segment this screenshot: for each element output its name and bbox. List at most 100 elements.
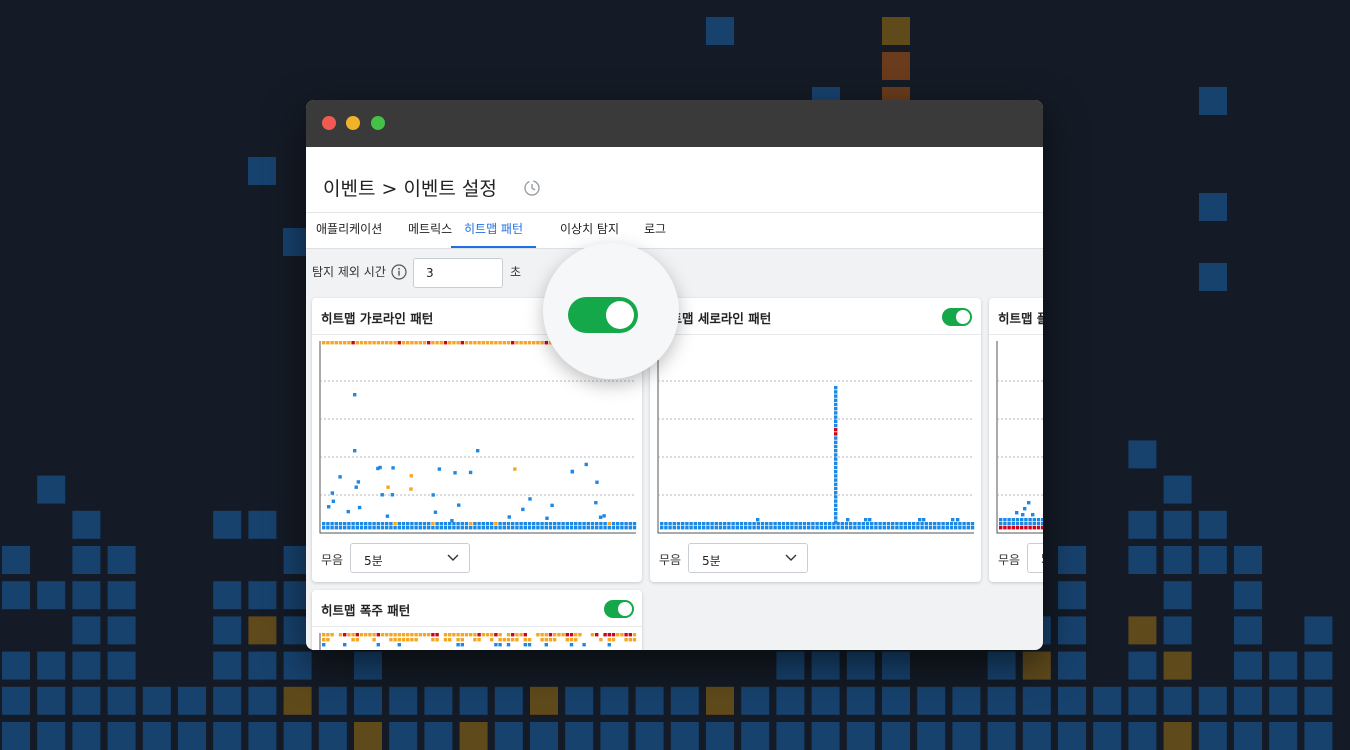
heatmap-cell (523, 522, 527, 526)
mute-duration-select[interactable]: 5분 (350, 543, 470, 573)
background-tile (248, 616, 277, 645)
vertical-line-toggle[interactable] (942, 308, 972, 326)
heatmap-cell (578, 526, 582, 530)
background-tile (2, 651, 30, 680)
heatmap-cell (815, 526, 819, 530)
heatmap-cell (359, 341, 364, 345)
heatmap-cell (945, 526, 949, 530)
heatmap-cell (376, 526, 380, 530)
heatmap-cell (834, 503, 838, 507)
close-window-button[interactable] (322, 116, 336, 130)
heatmap-cell (540, 633, 544, 637)
heatmap-cell (949, 522, 954, 526)
third-pattern-heatmap (996, 341, 1043, 534)
heatmap-cell (916, 522, 920, 526)
heatmap-cell (532, 526, 536, 530)
heatmap-cell (431, 522, 435, 526)
heatmap-cell (330, 633, 334, 637)
tab-application[interactable]: 애플리케이션 (316, 213, 382, 248)
minimize-window-button[interactable] (346, 116, 360, 130)
heatmap-cell (790, 526, 794, 530)
history-icon[interactable] (523, 179, 541, 197)
heatmap-cell (477, 638, 481, 642)
heatmap-cell (368, 526, 372, 530)
tab-heatmap-pattern[interactable]: 히트맵 패턴 (451, 213, 537, 248)
heatmap-cell (616, 526, 620, 530)
heatmap-cell (322, 638, 326, 642)
heatmap-cell (870, 526, 874, 530)
heatmap-cell (916, 526, 920, 530)
heatmap-cell (511, 638, 515, 642)
heatmap-cell (372, 341, 376, 345)
heatmap-cell (355, 633, 359, 637)
heatmap-cell (460, 341, 464, 345)
heatmap-cell (494, 633, 498, 637)
background-tile (1199, 87, 1227, 115)
heatmap-cell (511, 526, 515, 530)
heatmap-cell (359, 633, 364, 637)
heatmap-cell (353, 393, 357, 397)
background-tile (987, 651, 1016, 680)
background-tile (1198, 510, 1227, 539)
magnified-toggle[interactable] (568, 297, 638, 333)
heatmap-cell (544, 341, 548, 345)
heatmap-cell (347, 633, 351, 637)
heatmap-cell (448, 526, 452, 530)
heatmap-cell (1041, 526, 1043, 530)
heatmap-cell (523, 526, 527, 530)
info-icon[interactable] (391, 264, 407, 280)
heatmap-cell (410, 638, 414, 642)
maximize-window-button[interactable] (371, 116, 385, 130)
heatmap-cell (970, 526, 975, 530)
exclusion-time-input[interactable] (413, 258, 503, 288)
heatmap-cell (632, 633, 637, 637)
heatmap-cell (912, 522, 916, 526)
heatmap-cell (928, 526, 933, 530)
heatmap-cell (548, 522, 553, 526)
heatmap-cell (786, 526, 790, 530)
heatmap-cell (540, 522, 544, 526)
heatmap-cell (607, 633, 611, 637)
background-tile (882, 17, 910, 45)
heatmap-cell (798, 526, 802, 530)
background-tile (72, 581, 101, 610)
mute-duration-select[interactable]: 5분 (688, 543, 808, 573)
heatmap-cell (397, 633, 401, 637)
background-tile (178, 722, 206, 750)
background-tile (2, 581, 30, 610)
heatmap-cell (697, 526, 702, 530)
heatmap-cell (443, 341, 448, 345)
heatmap-cell (409, 487, 413, 491)
tab-metrics[interactable]: 메트릭스 (408, 213, 452, 248)
heatmap-cell (477, 522, 481, 526)
background-tile (1234, 651, 1262, 680)
heatmap-cell (844, 526, 849, 530)
surge-pattern-toggle[interactable] (604, 600, 634, 618)
heatmap-cell (450, 518, 454, 523)
heatmap-cell (372, 526, 376, 530)
background-tile (318, 722, 347, 750)
heatmap-cell (620, 526, 624, 530)
background-tile (72, 510, 101, 539)
background-tile (1128, 510, 1157, 539)
heatmap-cell (844, 522, 849, 526)
heatmap-cell (714, 526, 718, 530)
heatmap-cell (536, 341, 540, 345)
heatmap-cell (548, 638, 553, 642)
heatmap-cell (907, 526, 912, 530)
heatmap-cell (490, 341, 494, 345)
heatmap-cell (448, 638, 452, 642)
background-tile (213, 510, 242, 539)
heatmap-cell (389, 633, 393, 637)
background-tile (424, 722, 453, 750)
tab-log[interactable]: 로그 (644, 213, 666, 248)
heatmap-cell (819, 522, 823, 526)
heatmap-cell (376, 633, 380, 637)
heatmap-cell (882, 526, 886, 530)
mute-duration-select[interactable]: 5 (1027, 543, 1043, 573)
heatmap-cell (834, 457, 838, 461)
heatmap-cell (452, 341, 456, 345)
heatmap-cell (448, 633, 452, 637)
heatmap-cell (790, 522, 794, 526)
background-tile (459, 722, 488, 750)
